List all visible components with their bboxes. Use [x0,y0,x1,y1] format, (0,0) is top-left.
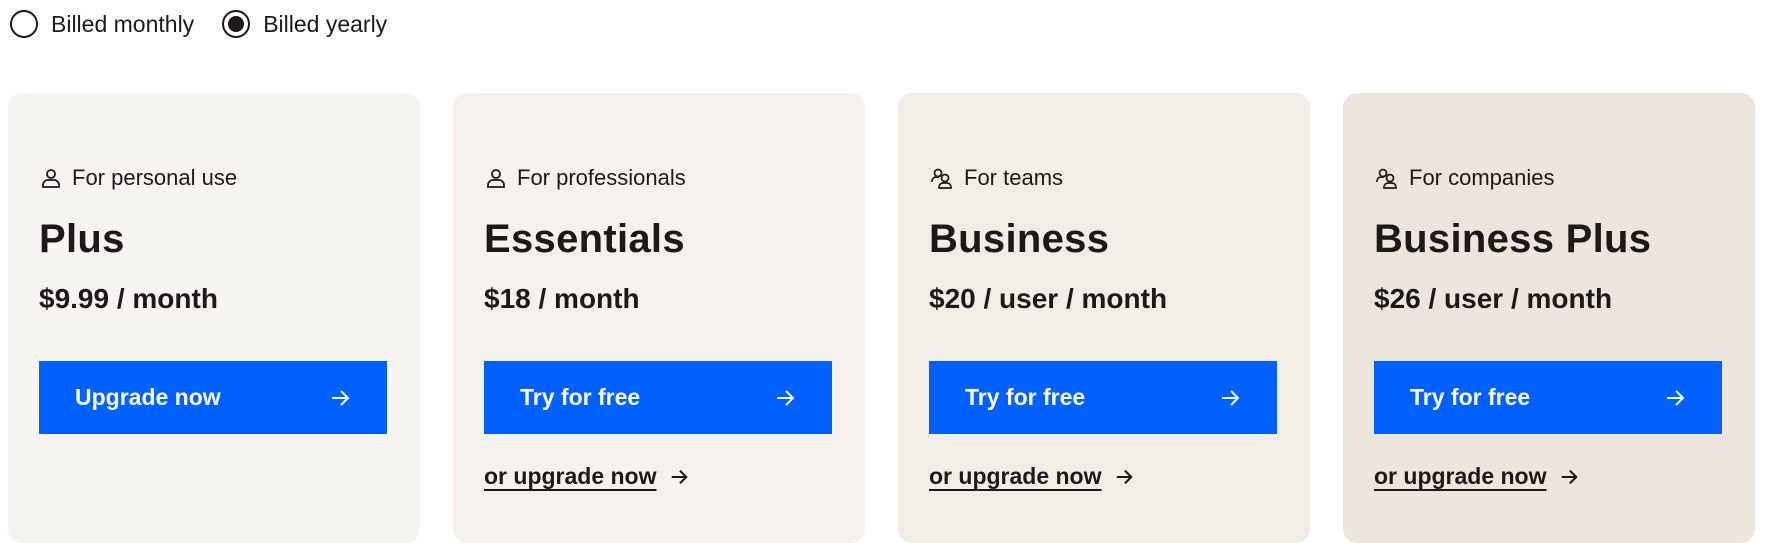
radio-unselected[interactable] [10,10,38,38]
plan-name: Business [929,217,1110,261]
plan-name: Business Plus [1374,217,1652,261]
plan-name: Plus [39,217,125,261]
arrow-right-icon [1116,469,1133,484]
plan-price: $18 / month [484,283,640,314]
people-icon [931,168,952,189]
plan-cards: For personal use Plus $9.99 / month Upgr… [8,93,1755,543]
plan-card-business: For teams Business $20 / user / month Tr… [898,93,1310,543]
billed-yearly-label: Billed yearly [263,10,388,37]
arrow-right-icon [332,389,350,406]
plan-name: Essentials [484,217,685,261]
person-icon [42,169,60,188]
plan-card-essentials: For professionals Essentials $18 / month… [453,93,865,543]
billed-monthly-option[interactable]: Billed monthly [10,10,194,38]
plan-price: $20 / user / month [929,283,1168,314]
arrow-right-icon [671,469,688,484]
arrow-right-icon [1667,389,1685,406]
people-icon [1376,168,1397,189]
billed-yearly-option[interactable]: Billed yearly [222,10,387,38]
cta-label: Try for free [1410,384,1531,410]
plan-card-business-plus: For companies Business Plus $26 / user /… [1343,93,1755,543]
secondary-link-label: or upgrade now [1374,463,1547,489]
plan-audience: For companies [1375,165,1555,191]
plan-audience: For personal use [40,165,237,191]
arrow-right-icon [777,389,795,406]
or-upgrade-now-link[interactable]: or upgrade now [1374,463,1579,490]
cta-label: Upgrade now [75,384,221,410]
try-for-free-button[interactable]: Try for free [929,361,1277,434]
upgrade-now-button[interactable]: Upgrade now [39,361,387,434]
or-upgrade-now-link[interactable]: or upgrade now [484,463,689,490]
plan-audience-label: For teams [964,165,1064,190]
plan-price: $9.99 / month [39,283,218,314]
or-upgrade-now-link[interactable]: or upgrade now [929,463,1134,490]
cta-label: Try for free [520,384,641,410]
arrow-right-icon [1222,389,1240,406]
plan-audience-label: For professionals [517,165,686,190]
plan-card-plus: For personal use Plus $9.99 / month Upgr… [8,93,420,543]
plan-audience: For teams [930,165,1063,191]
secondary-link-label: or upgrade now [484,463,657,489]
cta-label: Try for free [965,384,1086,410]
plan-price: $26 / user / month [1374,283,1613,314]
secondary-link-label: or upgrade now [929,463,1102,489]
arrow-right-icon [1561,469,1578,484]
billed-monthly-label: Billed monthly [51,10,195,37]
billing-toggle: Billed monthly Billed yearly [10,10,415,38]
radio-selected[interactable] [222,10,251,38]
plan-audience-label: For personal use [72,165,238,190]
plan-audience-label: For companies [1409,165,1555,190]
try-for-free-button[interactable]: Try for free [484,361,832,434]
radio-dot [228,16,245,32]
person-icon [487,169,505,188]
try-for-free-button[interactable]: Try for free [1374,361,1722,434]
plan-audience: For professionals [485,165,686,191]
